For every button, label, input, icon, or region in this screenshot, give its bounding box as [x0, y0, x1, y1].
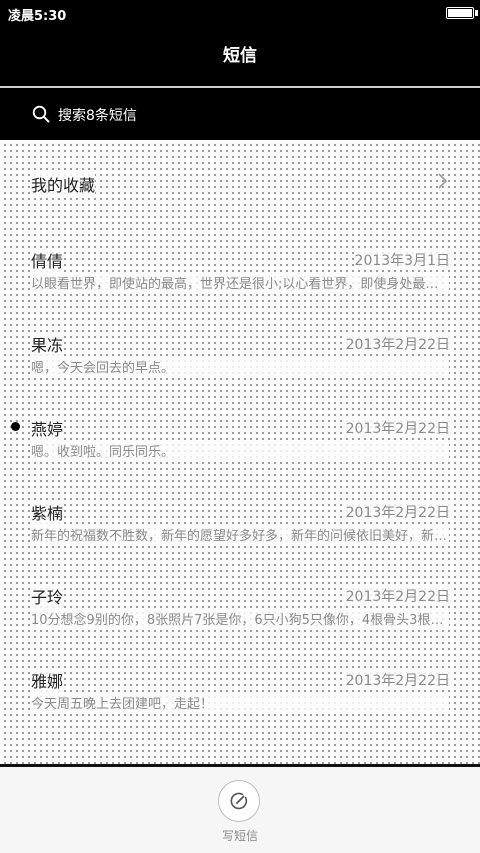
- message-date: 2013年2月22日: [345, 670, 450, 690]
- status-bar: 凌晨5:30: [0, 0, 480, 26]
- message-date: 2013年3月1日: [354, 250, 450, 270]
- list-item[interactable]: 燕婷 2013年2月22日 嗯。收到啦。同乐同乐。: [0, 392, 480, 476]
- message-date: 2013年2月22日: [345, 586, 450, 606]
- message-preview: 嗯。收到啦。同乐同乐。: [31, 441, 449, 460]
- contact-name: 倩倩: [31, 248, 64, 272]
- message-list: 我的收藏 倩倩 2013年3月1日 以眼看世界，即使站的最高，世界还是很小;以心…: [0, 140, 480, 764]
- favorites-row[interactable]: 我的收藏: [0, 140, 480, 224]
- message-date: 2013年2月22日: [345, 502, 450, 522]
- contact-name: 雅娜: [31, 668, 64, 692]
- message-preview: 10分想念9别的你，8张照片7张是你，6只小狗5只像你，4根骨头3根给你: [31, 609, 449, 628]
- compose-button[interactable]: [218, 780, 260, 822]
- list-item[interactable]: 果冻 2013年2月22日 嗯，今天会回去的早点。: [0, 308, 480, 392]
- contact-name: 紫楠: [31, 500, 64, 524]
- message-date: 2013年2月22日: [345, 334, 450, 354]
- message-preview: 嗯，今天会回去的早点。: [31, 357, 449, 376]
- message-preview: 以眼看世界，即使站的最高，世界还是很小;以心看世界，即使身处最低，世界依然很大: [31, 273, 449, 292]
- favorites-label: 我的收藏: [31, 172, 96, 196]
- contact-name: 燕婷: [31, 416, 64, 440]
- search-bar[interactable]: 搜索8条短信: [0, 88, 480, 140]
- contact-name: 子玲: [31, 584, 64, 608]
- battery-level: [448, 9, 472, 17]
- contact-name: 果冻: [31, 332, 64, 356]
- page-title: 短信: [0, 26, 480, 86]
- search-input[interactable]: 搜索8条短信: [58, 105, 137, 125]
- status-time: 凌晨5:30: [8, 9, 67, 24]
- compose-label: 写短信: [221, 829, 258, 843]
- list-item[interactable]: 子玲 2013年2月22日 10分想念9别的你，8张照片7张是你，6只小狗5只像…: [0, 560, 480, 644]
- message-date: 2013年2月22日: [345, 418, 450, 438]
- chevron-right-icon: [438, 173, 448, 189]
- message-preview: 新年的祝福数不胜数，新年的愿望好多好多，新年的问候依旧美好，新年快乐: [31, 525, 449, 544]
- unread-indicator: [11, 422, 20, 431]
- search-icon: [32, 105, 50, 123]
- battery-icon: [446, 7, 474, 19]
- battery-tip: [475, 10, 478, 16]
- list-item[interactable]: 倩倩 2013年3月1日 以眼看世界，即使站的最高，世界还是很小;以心看世界，即…: [0, 224, 480, 308]
- message-preview: 今天周五晚上去团建吧，走起！: [31, 693, 449, 712]
- bottom-toolbar: 写短信: [0, 767, 480, 853]
- list-item[interactable]: 紫楠 2013年2月22日 新年的祝福数不胜数，新年的愿望好多好多，新年的问候依…: [0, 476, 480, 560]
- list-item[interactable]: 雅娜 2013年2月22日 今天周五晚上去团建吧，走起！: [0, 644, 480, 728]
- compose-icon: [230, 792, 248, 810]
